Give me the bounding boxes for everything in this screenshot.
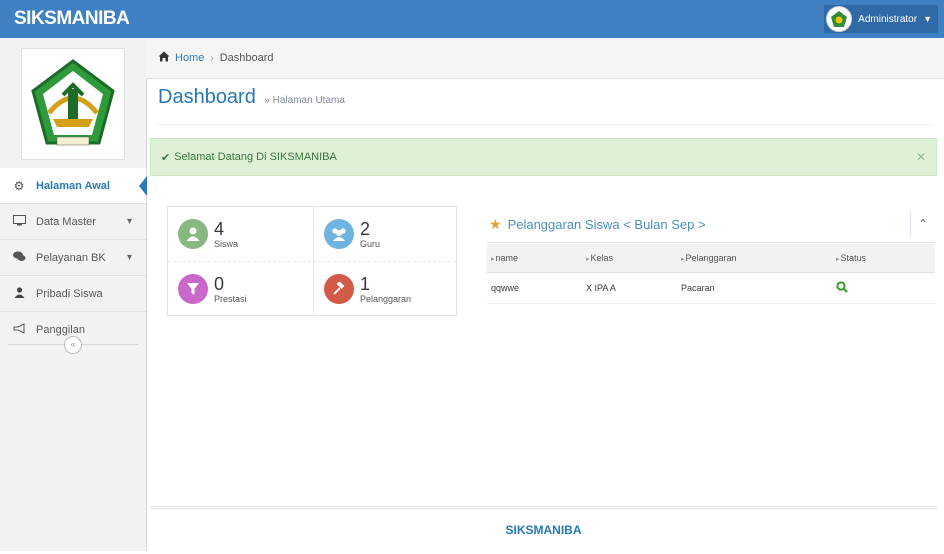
chevron-right-icon: › [210, 52, 214, 64]
user-menu[interactable]: Administrator ▼ [824, 5, 938, 33]
chevron-up-icon[interactable]: ⌃ [910, 210, 935, 238]
sidebar-item-label: Pribadi Siswa [36, 287, 103, 300]
sidebar-item-label: Halaman Awal [36, 179, 110, 192]
school-logo [21, 48, 125, 160]
widget-header: ★ Pelanggaran Siswa < Bulan Sep > ⌃ [487, 206, 935, 243]
caret-right-icon: ▸ [586, 256, 590, 263]
sidebar-item-label: Data Master [36, 215, 96, 228]
footer: SIKSMANIBA [150, 506, 937, 554]
stat-value: 1 [360, 273, 371, 294]
user-icon [178, 219, 208, 249]
sidebar-item-halaman-awal[interactable]: ⚙ Halaman Awal [0, 168, 147, 204]
breadcrumb-current: Dashboard [219, 52, 274, 64]
column-header[interactable]: ▸name [487, 244, 582, 273]
caret-down-icon: ▼ [923, 14, 932, 24]
stat-label: Prestasi [214, 293, 247, 304]
stat-value: 4 [214, 218, 225, 239]
sidebar-collapse: « [0, 334, 146, 356]
breadcrumb-home-link[interactable]: Home [175, 52, 204, 64]
app-brand[interactable]: SIKSMANIBA [14, 8, 130, 30]
double-chevron-right-icon: » [264, 95, 270, 106]
caret-right-icon: ▸ [491, 256, 495, 263]
cell-status [832, 272, 935, 304]
user-name: Administrator [858, 13, 918, 25]
stats-box: 4 Siswa 2 Guru 0 Prestasi 1 Pelanggaran [167, 206, 457, 316]
school-logo-icon [826, 6, 853, 32]
sidebar-item-pelayanan-bk[interactable]: Pelayanan BK ▾ [0, 240, 146, 276]
comments-icon [12, 251, 26, 265]
caret-right-icon: ▸ [836, 256, 840, 263]
chevron-down-icon: ▾ [126, 216, 132, 227]
dashboard-icon: ⚙ [13, 178, 25, 193]
page-header: Dashboard » Halaman Utama [158, 86, 933, 125]
sidebar-item-label: Pelayanan BK [36, 251, 106, 264]
violations-table: ▸name ▸Kelas ▸Pelanggaran ▸Status qqwwe … [487, 244, 935, 304]
column-header[interactable]: ▸Kelas [582, 244, 677, 273]
breadcrumb: Home › Dashboard [146, 38, 944, 79]
close-icon[interactable]: ✕ [916, 150, 926, 164]
chevron-down-icon: ▾ [126, 252, 132, 263]
table-row: qqwwe X IPA A Pacaran [487, 272, 935, 304]
top-navbar: SIKSMANIBA Administrator ▼ [0, 0, 944, 38]
stat-guru: 2 Guru [314, 207, 458, 261]
cell-pelanggaran: Pacaran [677, 272, 832, 304]
users-icon [324, 219, 354, 249]
widget-title: Pelanggaran Siswa < Bulan Sep > [507, 216, 706, 232]
footer-text: SIKSMANIBA [505, 523, 582, 537]
home-icon [158, 51, 170, 65]
stat-label: Siswa [214, 238, 239, 249]
violations-widget: ★ Pelanggaran Siswa < Bulan Sep > ⌃ ▸nam… [487, 206, 935, 304]
stat-prestasi: 0 Prestasi [168, 262, 312, 316]
filter-icon [178, 274, 208, 304]
welcome-alert: ✔ Selamat Datang Di SIKSMANIBA ✕ [150, 138, 937, 176]
search-icon[interactable] [836, 280, 848, 296]
cell-name: qqwwe [487, 272, 582, 304]
stat-label: Pelanggaran [360, 293, 412, 304]
desktop-icon [12, 214, 26, 229]
sidebar-item-data-master[interactable]: Data Master ▾ [0, 204, 146, 240]
stat-pelanggaran: 1 Pelanggaran [314, 262, 458, 316]
alert-text: Selamat Datang Di SIKSMANIBA [174, 151, 337, 163]
sidebar: ⚙ Halaman Awal Data Master ▾ Pelayanan B… [0, 38, 147, 551]
check-icon: ✔ [161, 151, 171, 164]
stat-value: 2 [360, 218, 371, 239]
stat-siswa: 4 Siswa [168, 207, 312, 261]
caret-right-icon: ▸ [681, 256, 685, 263]
page-title: Dashboard [158, 86, 256, 108]
stat-value: 0 [214, 273, 225, 294]
star-icon: ★ [489, 215, 502, 232]
user-icon [12, 286, 26, 301]
page-subtitle-text: Halaman Utama [272, 95, 345, 106]
gavel-icon [324, 274, 354, 304]
sidebar-item-pribadi-siswa[interactable]: Pribadi Siswa [0, 276, 146, 312]
table-header-row: ▸name ▸Kelas ▸Pelanggaran ▸Status [487, 244, 935, 273]
page-subtitle: » Halaman Utama [264, 95, 345, 106]
stat-label: Guru [360, 238, 381, 249]
column-header[interactable]: ▸Status [832, 244, 935, 273]
cell-kelas: X IPA A [582, 272, 677, 304]
collapse-sidebar-icon[interactable]: « [64, 336, 82, 354]
column-header[interactable]: ▸Pelanggaran [677, 244, 832, 273]
